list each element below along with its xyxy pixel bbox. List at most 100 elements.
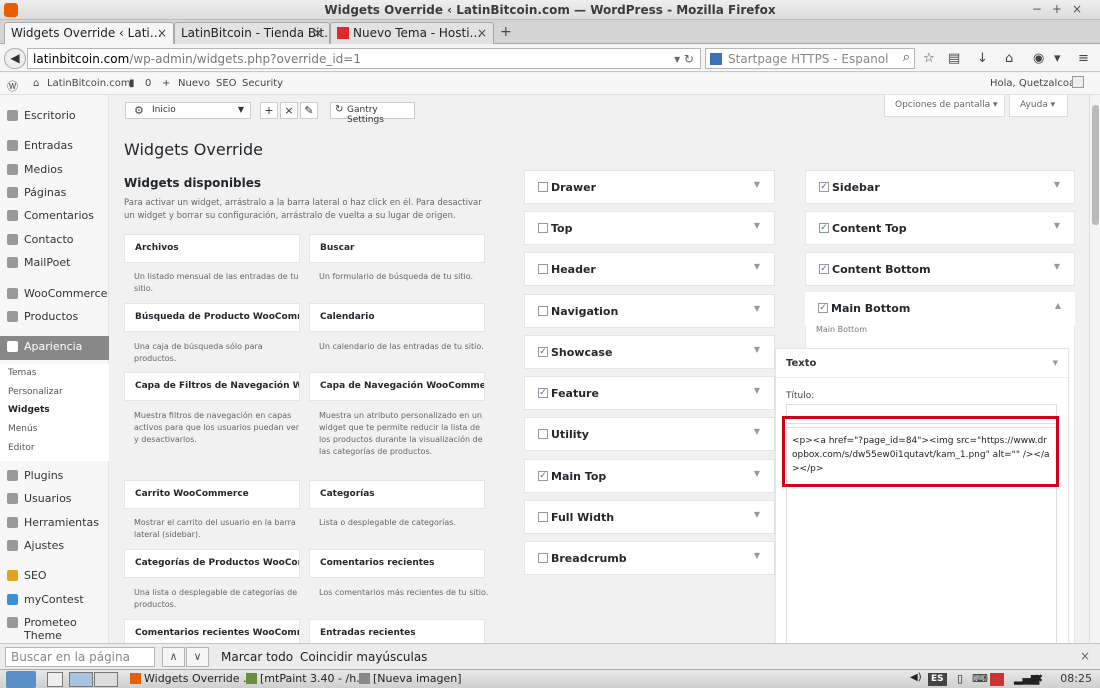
area-breadcrumb[interactable]: Breadcrumb ▼ (524, 541, 775, 575)
reading-list-icon[interactable]: ▤ (948, 51, 960, 66)
battery-icon[interactable]: ▯ (953, 671, 963, 688)
area-navigation[interactable]: Navigation ▼ (524, 294, 775, 328)
text-widget-header[interactable]: Texto ▼ (776, 349, 1068, 378)
chevron-down-icon[interactable]: ▼ (754, 345, 760, 354)
sidebar-item-usuarios[interactable]: Usuarios (0, 488, 109, 510)
chevron-down-icon[interactable]: ▼ (754, 262, 760, 271)
sidebar-item-comentarios[interactable]: Comentarios (0, 205, 109, 227)
download-icon[interactable]: ↓ (977, 51, 988, 66)
area-header[interactable]: Header ▼ (524, 252, 775, 286)
widget-calendario[interactable]: Calendario (309, 303, 485, 332)
area-checkbox[interactable]: ✓ (819, 223, 829, 233)
search-icon[interactable]: ⌕ (903, 50, 910, 65)
sidebar-item-paginas[interactable]: Páginas (0, 182, 109, 204)
sidebar-item-contacto[interactable]: Contacto (0, 229, 109, 251)
area-drawer[interactable]: Drawer ▼ (524, 170, 775, 204)
page-scrollbar[interactable] (1089, 95, 1100, 643)
area-checkbox[interactable] (538, 182, 548, 192)
area-checkbox[interactable] (538, 553, 548, 563)
site-name-link[interactable]: LatinBitcoin.com (47, 78, 131, 89)
workspace-1-icon[interactable] (69, 672, 93, 687)
tab-latinbitcoin[interactable]: LatinBitcoin - Tienda Bit… × (174, 22, 330, 44)
chevron-down-icon[interactable]: ▼ (754, 221, 760, 230)
area-checkbox[interactable] (538, 264, 548, 274)
area-content-top[interactable]: ✓ Content Top ▼ (805, 211, 1075, 245)
reload-icon[interactable]: ▾ ↻ (674, 52, 694, 66)
edit-override-button[interactable]: ✎ (300, 102, 318, 119)
area-checkbox[interactable] (538, 306, 548, 316)
dropbox-icon[interactable]: ✖ (1030, 671, 1043, 688)
area-checkbox[interactable]: ✓ (538, 347, 548, 357)
start-menu-icon[interactable] (6, 671, 36, 688)
chevron-down-icon[interactable]: ▼ (754, 386, 760, 395)
area-top[interactable]: Top ▼ (524, 211, 775, 245)
back-button[interactable]: ◀ (4, 48, 26, 69)
widget-capa-navegacion[interactable]: Capa de Navegación WooCommerce (309, 372, 485, 401)
area-checkbox[interactable] (538, 429, 548, 439)
sidebar-item-mailpoet[interactable]: MailPoet (0, 252, 109, 274)
widget-carrito[interactable]: Carrito WooCommerce (124, 480, 300, 509)
tab-widgets-override[interactable]: Widgets Override ‹ Lati… × (4, 22, 174, 44)
area-utility[interactable]: Utility ▼ (524, 417, 775, 451)
area-sidebar[interactable]: ✓ Sidebar ▼ (805, 170, 1075, 204)
chevron-down-icon[interactable]: ▼ (1053, 359, 1058, 367)
sidebar-item-prometeo-theme[interactable]: Prometeo Theme (0, 612, 109, 642)
sidebar-item-medios[interactable]: Medios (0, 159, 109, 181)
seo-link[interactable]: SEO (216, 78, 237, 89)
sidebar-item-escritorio[interactable]: Escritorio (0, 105, 109, 127)
chevron-up-icon[interactable]: ▲ (1055, 301, 1061, 310)
wordpress-logo-icon[interactable]: Ⓦ (7, 78, 18, 94)
sidebar-item-seo[interactable]: SEO (0, 565, 109, 587)
help-button[interactable]: Ayuda ▾ (1009, 95, 1068, 117)
security-link[interactable]: Security (242, 78, 283, 89)
chevron-down-icon[interactable]: ▼ (1054, 262, 1060, 271)
avatar[interactable] (1072, 76, 1084, 88)
chevron-down-icon[interactable]: ▼ (754, 469, 760, 478)
area-content-bottom[interactable]: ✓ Content Bottom ▼ (805, 252, 1075, 286)
comments-count[interactable]: 0 (145, 78, 151, 89)
close-tab-icon[interactable]: × (313, 26, 323, 40)
delete-override-button[interactable]: × (280, 102, 298, 119)
widget-buscar[interactable]: Buscar (309, 234, 485, 263)
sidebar-item-apariencia[interactable]: Apariencia (0, 336, 109, 360)
search-engine-bar[interactable]: Startpage HTTPS - Espanol ⌕ (705, 48, 915, 69)
area-checkbox[interactable]: ✓ (538, 471, 548, 481)
task-mtpaint[interactable]: [mtPaint 3.40 - /h… (242, 671, 367, 688)
task-firefox[interactable]: Widgets Override … (126, 671, 254, 688)
keyboard-icon[interactable]: ⌨ (968, 671, 988, 688)
hamburger-menu-icon[interactable]: ≡ (1078, 51, 1089, 66)
area-showcase[interactable]: ✓ Showcase ▼ (524, 335, 775, 369)
find-input[interactable]: Buscar en la página (5, 647, 155, 667)
notification-icon[interactable] (990, 673, 1004, 686)
submenu-menus[interactable]: Menús (0, 420, 109, 438)
bookmark-star-icon[interactable]: ☆ (923, 51, 935, 66)
close-icon[interactable]: × (1080, 649, 1090, 663)
user-greeting[interactable]: Hola, Quetzalcoatl (990, 78, 1082, 89)
area-feature[interactable]: ✓ Feature ▼ (524, 376, 775, 410)
text-widget[interactable]: Texto ▼ Título: <p><a href="?page_id=84">… (775, 348, 1069, 649)
submenu-editor[interactable]: Editor (0, 439, 109, 457)
area-checkbox[interactable]: ✓ (819, 182, 829, 192)
chevron-down-icon[interactable]: ▼ (754, 427, 760, 436)
keyboard-layout[interactable]: ES (928, 673, 947, 686)
sidebar-item-mycontest[interactable]: myContest (0, 589, 109, 611)
area-full-width[interactable]: Full Width ▼ (524, 500, 775, 534)
widget-comentarios-recientes[interactable]: Comentarios recientes (309, 549, 485, 578)
submenu-widgets[interactable]: Widgets (0, 401, 109, 419)
find-next-button[interactable]: ∨ (186, 647, 209, 667)
home-icon[interactable]: ⌂ (1005, 51, 1013, 66)
chevron-down-icon[interactable]: ▼ (1054, 180, 1060, 189)
widget-capa-filtros[interactable]: Capa de Filtros de Navegación Wo… (124, 372, 300, 401)
sidebar-item-entradas[interactable]: Entradas (0, 135, 109, 157)
area-main-top[interactable]: ✓ Main Top ▼ (524, 459, 775, 493)
workspace-2-icon[interactable] (94, 672, 118, 687)
area-checkbox[interactable]: ✓ (819, 264, 829, 274)
new-tab-button[interactable]: + (500, 24, 512, 40)
area-checkbox[interactable] (538, 223, 548, 233)
scrollbar-thumb[interactable] (1092, 105, 1099, 225)
tab-nuevo-tema[interactable]: Nuevo Tema - Hosti… × (330, 22, 494, 44)
widget-busqueda-producto[interactable]: Búsqueda de Producto WooComm… (124, 303, 300, 332)
sidebar-item-ajustes[interactable]: Ajustes (0, 535, 109, 557)
addon-icon[interactable]: ◉ (1033, 51, 1044, 66)
addon-menu-icon[interactable]: ▾ (1054, 51, 1061, 66)
